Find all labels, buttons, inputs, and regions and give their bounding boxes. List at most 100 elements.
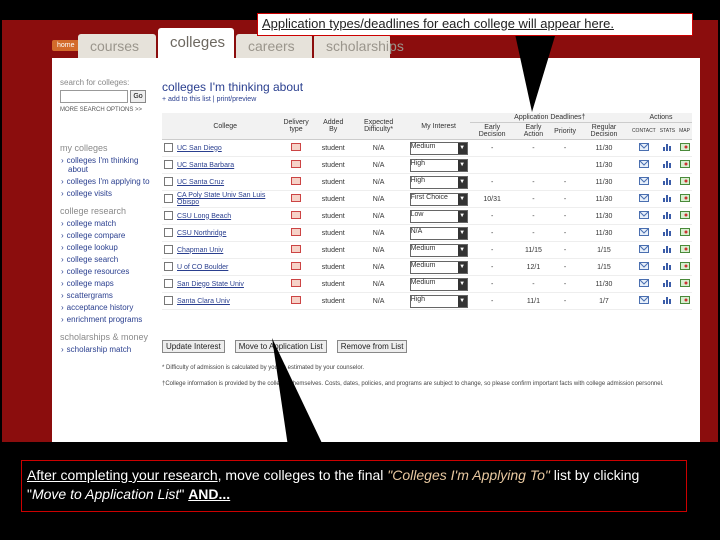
college-name-link[interactable]: Chapman Univ <box>175 241 276 259</box>
interest-select[interactable]: High ▼ <box>409 158 468 172</box>
map-icon[interactable] <box>679 228 690 236</box>
sidebar-item-enrichment[interactable]: enrichment programs <box>67 315 160 324</box>
college-name-link[interactable]: UC Santa Cruz <box>175 173 276 191</box>
bar-chart-icon[interactable] <box>662 279 672 287</box>
envelope-icon[interactable] <box>638 143 649 151</box>
sidebar-item-match[interactable]: college match <box>67 219 160 228</box>
bar-chart-icon[interactable] <box>662 296 672 304</box>
map-cell <box>677 156 692 174</box>
sidebar-item-acceptance[interactable]: acceptance history <box>67 303 160 312</box>
move-to-application-list-button[interactable]: Move to Application List <box>234 340 327 353</box>
remove-from-list-button[interactable]: Remove from List <box>336 340 408 353</box>
row-checkbox[interactable] <box>164 142 173 152</box>
envelope-icon[interactable] <box>638 262 649 270</box>
map-icon[interactable] <box>679 296 690 304</box>
interest-select[interactable]: Medium ▼ <box>409 260 468 274</box>
interest-select[interactable]: Medium ▼ <box>409 141 468 155</box>
interest-select[interactable]: N/A ▼ <box>409 226 468 240</box>
add-to-list-link[interactable]: + add to this list <box>162 96 211 103</box>
row-checkbox[interactable] <box>164 278 173 288</box>
college-name-link[interactable]: UC San Diego <box>175 139 276 157</box>
bar-chart-icon[interactable] <box>662 228 672 236</box>
row-checkbox[interactable] <box>164 295 173 305</box>
sidebar-item-visits[interactable]: college visits <box>67 189 160 198</box>
chevron-down-icon: ▼ <box>457 278 467 290</box>
sidebar-item-resources[interactable]: college resources <box>67 267 160 276</box>
callout-bottom-part5: Move to Application List <box>31 486 180 502</box>
bar-chart-icon[interactable] <box>662 177 672 185</box>
map-icon[interactable] <box>679 279 690 287</box>
college-name-link[interactable]: U of CO Boulder <box>175 258 276 276</box>
envelope-icon[interactable] <box>638 279 649 287</box>
early-action-cell: - <box>514 224 553 242</box>
sidebar-item-scholarship-match[interactable]: scholarship match <box>67 345 160 354</box>
tab-colleges[interactable]: colleges <box>158 28 234 58</box>
college-name-link[interactable]: UC Santa Barbara <box>175 156 276 174</box>
map-icon[interactable] <box>679 143 690 151</box>
interest-select[interactable]: First Choice ▼ <box>409 192 468 206</box>
college-name-link[interactable]: San Diego State Univ <box>175 275 276 293</box>
early-decision-cell: - <box>469 139 515 157</box>
col-stats: STATS <box>657 122 678 140</box>
added-by-cell: student <box>316 156 350 174</box>
stats-cell <box>657 292 678 310</box>
sidebar-item-scattergrams[interactable]: scattergrams <box>67 291 160 300</box>
bar-chart-icon[interactable] <box>662 262 672 270</box>
map-icon[interactable] <box>679 194 690 202</box>
bar-chart-icon[interactable] <box>662 194 672 202</box>
college-name-link[interactable]: CA Poly State Univ San Luis Obispo <box>175 190 276 208</box>
sidebar-item-maps[interactable]: college maps <box>67 279 160 288</box>
interest-select[interactable]: Low ▼ <box>409 209 468 223</box>
map-icon[interactable] <box>679 160 690 168</box>
map-icon[interactable] <box>679 245 690 253</box>
col-actions: Actions <box>629 113 692 123</box>
tab-3[interactable]: careers <box>236 34 312 58</box>
update-interest-button[interactable]: Update Interest <box>162 340 225 353</box>
row-checkbox[interactable] <box>164 193 173 203</box>
bar-chart-icon[interactable] <box>662 211 672 219</box>
chevron-down-icon: ▼ <box>457 159 467 171</box>
college-name-link[interactable]: CSU Northridge <box>175 224 276 242</box>
sidebar-item-lookup[interactable]: college lookup <box>67 243 160 252</box>
envelope-icon[interactable] <box>638 211 649 219</box>
row-checkbox[interactable] <box>164 210 173 220</box>
sidebar-item-search[interactable]: college search <box>67 255 160 264</box>
sidebar-item-applying[interactable]: colleges I'm applying to <box>67 177 160 186</box>
table-row: San Diego State Univ student N/A Medium ▼… <box>162 275 692 293</box>
row-checkbox[interactable] <box>164 261 173 271</box>
interest-cell: High ▼ <box>407 156 470 174</box>
more-search-options-link[interactable]: MORE SEARCH OPTIONS >> <box>60 107 160 113</box>
sidebar-item-compare[interactable]: college compare <box>67 231 160 240</box>
print-preview-link[interactable]: print/preview <box>217 96 257 103</box>
envelope-icon[interactable] <box>638 245 649 253</box>
callout-bottom-part2: , move colleges to the final <box>217 467 388 483</box>
row-checkbox[interactable] <box>164 227 173 237</box>
envelope-icon[interactable] <box>638 177 649 185</box>
interest-select[interactable]: Medium ▼ <box>409 277 468 291</box>
go-button[interactable]: Go <box>130 90 146 103</box>
early-action-cell: - <box>514 173 553 191</box>
bar-chart-icon[interactable] <box>662 143 672 151</box>
college-name-link[interactable]: CSU Long Beach <box>175 207 276 225</box>
envelope-icon[interactable] <box>638 296 649 304</box>
interest-select[interactable]: High ▼ <box>409 294 468 308</box>
tab-4[interactable]: scholarships <box>314 34 404 58</box>
row-checkbox[interactable] <box>164 159 173 169</box>
sidebar-item-thinking[interactable]: colleges I'm thinking about <box>67 156 160 174</box>
interest-select[interactable]: Medium ▼ <box>409 243 468 257</box>
row-checkbox[interactable] <box>164 176 173 186</box>
map-icon[interactable] <box>679 211 690 219</box>
bar-chart-icon[interactable] <box>662 160 672 168</box>
college-name-link[interactable]: Santa Clara Univ <box>175 292 276 310</box>
interest-select[interactable]: High ▼ <box>409 175 468 189</box>
map-icon[interactable] <box>679 177 690 185</box>
bar-chart-icon[interactable] <box>662 245 672 253</box>
envelope-icon[interactable] <box>638 194 649 202</box>
search-input[interactable] <box>60 90 128 103</box>
envelope-icon[interactable] <box>638 228 649 236</box>
row-checkbox[interactable] <box>164 244 173 254</box>
map-icon[interactable] <box>679 262 690 270</box>
home-tab[interactable]: home <box>52 40 80 51</box>
tab-courses[interactable]: courses <box>78 34 156 58</box>
envelope-icon[interactable] <box>638 160 649 168</box>
